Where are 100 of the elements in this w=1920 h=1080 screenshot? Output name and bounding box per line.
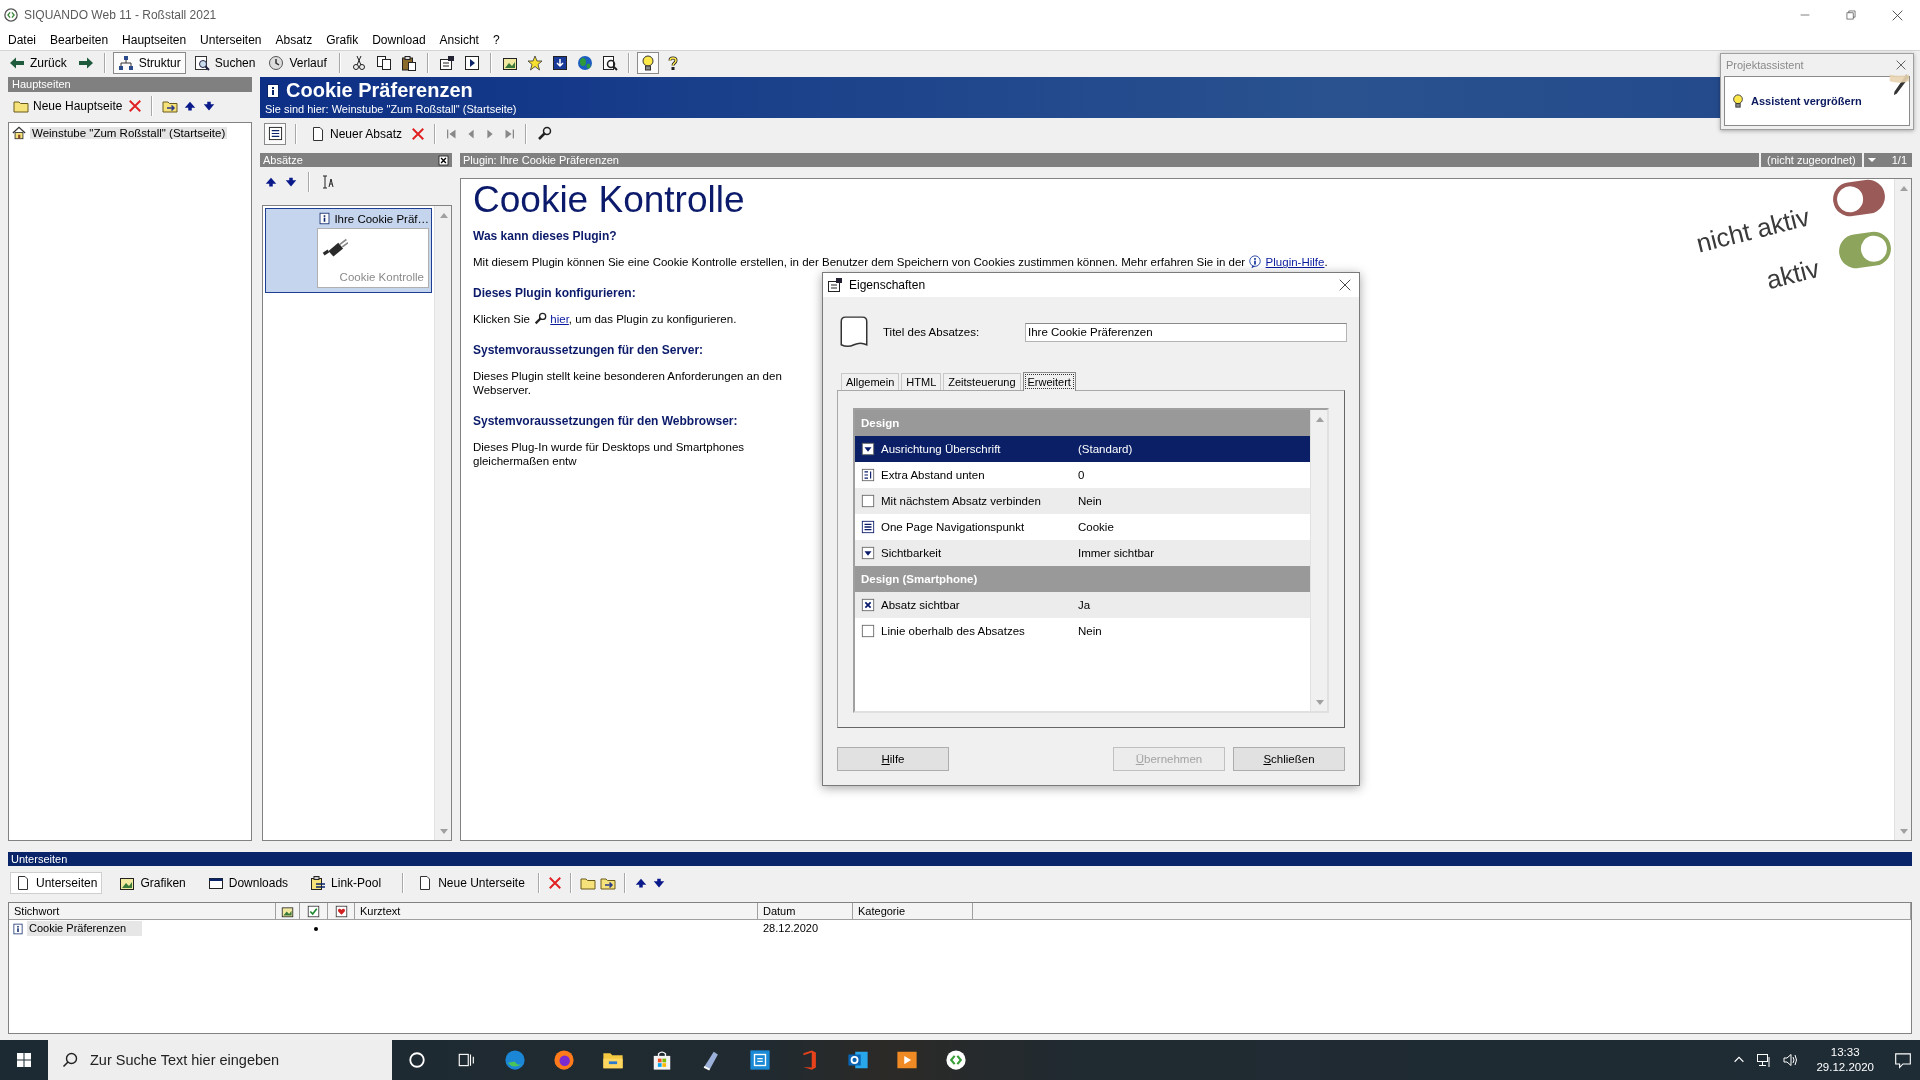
- close-icon[interactable]: [1891, 9, 1903, 21]
- column-header[interactable]: [328, 903, 355, 921]
- folder-arrow-icon[interactable]: [599, 875, 616, 892]
- menu-item[interactable]: ?: [485, 32, 507, 47]
- column-header[interactable]: Kategorie: [853, 903, 973, 921]
- tab[interactable]: Unterseiten: [10, 872, 103, 895]
- folder-icon[interactable]: [579, 875, 596, 892]
- restore-icon[interactable]: [1846, 10, 1856, 20]
- column-header[interactable]: Kurztext: [355, 903, 758, 921]
- menu-item[interactable]: Grafik: [319, 32, 366, 47]
- property-row[interactable]: Sichtbarkeit Immer sichtbar: [855, 540, 1310, 566]
- column-header[interactable]: [300, 903, 328, 921]
- pen-icon: [1887, 73, 1909, 95]
- scrollbar[interactable]: [1894, 179, 1911, 841]
- preview-icon[interactable]: [463, 54, 480, 71]
- property-row[interactable]: One Page Navigationspunkt Cookie: [855, 514, 1310, 540]
- menu-item[interactable]: Unterseiten: [193, 32, 269, 47]
- paragraph-item[interactable]: Ihre Cookie Präf… Cookie Kontrolle: [265, 208, 432, 294]
- menu-item[interactable]: Download: [365, 32, 433, 47]
- tab[interactable]: Link-Pool: [305, 872, 387, 895]
- text-cursor-icon[interactable]: [320, 174, 336, 191]
- notification-icon[interactable]: [1894, 1051, 1912, 1069]
- checkbox[interactable]: [861, 624, 875, 638]
- history-button[interactable]: Verlauf: [263, 51, 332, 74]
- dialog-button[interactable]: Schließen: [1233, 747, 1345, 771]
- back-button[interactable]: Zurück: [4, 51, 72, 74]
- panel-header: Unterseiten: [8, 852, 1912, 867]
- property-row[interactable]: Absatz sichtbar Ja: [855, 592, 1310, 618]
- clock-date[interactable]: 29.12.2020: [1816, 1060, 1874, 1075]
- scissors-icon[interactable]: [350, 54, 367, 71]
- property-name: Sichtbarkeit: [881, 547, 943, 559]
- new-main-page-button[interactable]: Neue Hauptseite: [12, 95, 124, 118]
- tab[interactable]: Zeitsteuerung: [943, 373, 1021, 390]
- star-icon[interactable]: [526, 54, 543, 71]
- property-row[interactable]: Ausrichtung Überschrift (Standard): [855, 436, 1310, 462]
- checkbox[interactable]: [861, 598, 875, 612]
- code-icon[interactable]: [944, 1049, 967, 1071]
- delete-icon[interactable]: [411, 127, 426, 141]
- property-row[interactable]: Linie oberhalb des Absatzes Nein: [855, 618, 1310, 644]
- tips-button[interactable]: [636, 51, 659, 74]
- checkbox[interactable]: [861, 494, 875, 508]
- copy-icon[interactable]: [375, 54, 392, 71]
- image-icon: [281, 904, 294, 918]
- table-cell[interactable]: Cookie Präferenzen: [27, 921, 143, 937]
- scrollbar[interactable]: [1310, 410, 1327, 711]
- property-value: Nein: [1078, 495, 1102, 507]
- network-icon[interactable]: [1756, 1052, 1773, 1068]
- new-subpage-button[interactable]: Neue Unterseite: [412, 872, 530, 895]
- close-icon[interactable]: [1339, 279, 1351, 291]
- delete-icon[interactable]: [128, 99, 143, 114]
- page-title: Cookie Präferenzen: [286, 79, 473, 103]
- tree-item[interactable]: Weinstube "Zum Roßstall" (Startseite): [30, 127, 228, 140]
- property-value: 0: [1078, 469, 1085, 481]
- mail-icon[interactable]: [846, 1049, 869, 1071]
- volume-icon[interactable]: [1782, 1052, 1799, 1068]
- page-search-icon[interactable]: [601, 54, 618, 71]
- column-header[interactable]: Stichwort: [9, 903, 276, 921]
- menu-item[interactable]: Bearbeiten: [43, 32, 116, 47]
- scrollbar[interactable]: [434, 206, 451, 841]
- globe-icon[interactable]: [576, 54, 593, 71]
- browser-icon[interactable]: [503, 1049, 526, 1071]
- structure-button[interactable]: Struktur: [112, 51, 186, 74]
- app-icon[interactable]: [748, 1049, 771, 1071]
- column-header[interactable]: Datum: [758, 903, 853, 921]
- folder-arrow-icon[interactable]: [162, 98, 179, 115]
- tab[interactable]: Grafiken: [114, 872, 191, 895]
- enlarge-assistant-button[interactable]: Assistent vergrößern: [1724, 76, 1910, 126]
- tab[interactable]: HTML: [901, 373, 942, 390]
- search-field[interactable]: Zur Suche Text hier eingeben: [48, 1040, 392, 1080]
- frame-icon[interactable]: [551, 54, 568, 71]
- table-cell: 28.12.2020: [763, 921, 819, 937]
- delete-icon[interactable]: [547, 876, 562, 891]
- menu-item[interactable]: Absatz: [268, 32, 320, 47]
- property-row[interactable]: Extra Abstand unten 0: [855, 462, 1310, 488]
- title-field[interactable]: Ihre Cookie Präferenzen: [1025, 322, 1347, 342]
- assignment-dropdown[interactable]: (nicht zugeordnet): [1759, 153, 1864, 168]
- menu-item[interactable]: Ansicht: [432, 32, 486, 47]
- link[interactable]: hier: [550, 313, 569, 326]
- tab[interactable]: Allgemein: [841, 373, 900, 390]
- tab[interactable]: Downloads: [202, 872, 294, 895]
- property-value: Nein: [1078, 625, 1102, 637]
- tab[interactable]: Erweitert: [1022, 372, 1076, 391]
- dialog-button[interactable]: Hilfe: [837, 747, 949, 771]
- new-paragraph-button[interactable]: Neuer Absatz: [306, 123, 407, 145]
- paragraph-view-button[interactable]: [264, 123, 286, 145]
- menu-item[interactable]: Datei: [1, 32, 43, 47]
- close-icon[interactable]: [438, 155, 449, 166]
- circle-icon[interactable]: [407, 1051, 426, 1069]
- property-row[interactable]: Mit nächstem Absatz verbinden Nein: [855, 488, 1310, 514]
- start-icon[interactable]: [16, 1052, 32, 1068]
- properties-icon[interactable]: [438, 54, 455, 71]
- clock-time[interactable]: 13:33: [1830, 1045, 1860, 1060]
- play-icon[interactable]: [895, 1049, 918, 1071]
- property-name: Mit nächstem Absatz verbinden: [881, 495, 1042, 507]
- browser-icon[interactable]: [552, 1049, 575, 1071]
- paste-icon[interactable]: [400, 54, 417, 71]
- task-view-icon[interactable]: [456, 1051, 475, 1069]
- column-header[interactable]: [276, 903, 300, 921]
- menu-item[interactable]: Hauptseiten: [115, 32, 194, 47]
- search-button[interactable]: Suchen: [188, 51, 261, 74]
